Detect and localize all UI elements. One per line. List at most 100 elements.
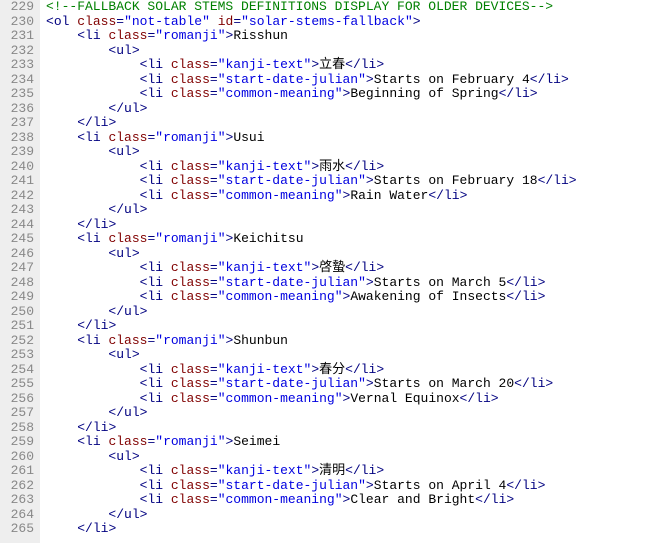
token-punc: </ [345, 463, 361, 478]
code-area[interactable]: <!--FALLBACK SOLAR STEMS DEFINITIONS DIS… [40, 0, 660, 543]
token-punc: > [530, 86, 538, 101]
code-line[interactable]: <li class="common-meaning">Vernal Equino… [46, 392, 660, 407]
token-tag: li [85, 28, 101, 43]
token-tag: ul [124, 304, 140, 319]
code-line[interactable]: <ul> [46, 450, 660, 465]
token-punc [163, 463, 171, 478]
token-attr: class [171, 173, 210, 188]
token-text [46, 144, 108, 159]
code-line[interactable]: </ul> [46, 102, 660, 117]
code-line[interactable]: <ul> [46, 348, 660, 363]
token-tag: li [93, 318, 109, 333]
token-tag: li [147, 72, 163, 87]
code-line[interactable]: <ul> [46, 145, 660, 160]
code-line[interactable]: <ul> [46, 247, 660, 262]
code-line[interactable]: <li class="common-meaning">Awakening of … [46, 290, 660, 305]
code-line[interactable]: <li class="common-meaning">Clear and Bri… [46, 493, 660, 508]
token-punc: </ [77, 115, 93, 130]
token-tag: li [147, 86, 163, 101]
code-line[interactable]: </ul> [46, 203, 660, 218]
code-line[interactable]: <ol class="not-table" id="solar-stems-fa… [46, 15, 660, 30]
token-punc [163, 275, 171, 290]
code-line[interactable]: <!--FALLBACK SOLAR STEMS DEFINITIONS DIS… [46, 0, 660, 15]
code-line[interactable]: <li class="kanji-text">雨水</li> [46, 160, 660, 175]
line-number: 254 [4, 363, 34, 378]
token-punc: </ [77, 521, 93, 536]
token-punc: > [311, 362, 319, 377]
token-tag: ol [54, 14, 70, 29]
token-attr: class [171, 188, 210, 203]
token-text: Starts on February 18 [374, 173, 538, 188]
code-line[interactable]: <ul> [46, 44, 660, 59]
token-str: "common-meaning" [218, 391, 343, 406]
line-number: 241 [4, 174, 34, 189]
token-text [46, 478, 140, 493]
token-tag: li [93, 217, 109, 232]
code-line[interactable]: <li class="start-date-julian">Starts on … [46, 479, 660, 494]
token-str: "not-table" [124, 14, 210, 29]
code-line[interactable]: <li class="romanji">Risshun [46, 29, 660, 44]
token-str: "kanji-text" [218, 362, 312, 377]
token-text [46, 347, 108, 362]
code-line[interactable]: <li class="common-meaning">Rain Water</l… [46, 189, 660, 204]
code-line[interactable]: </li> [46, 421, 660, 436]
token-tag: li [444, 188, 460, 203]
code-line[interactable]: <li class="start-date-julian">Starts on … [46, 377, 660, 392]
code-line[interactable]: <li class="romanji">Seimei [46, 435, 660, 450]
line-number: 245 [4, 232, 34, 247]
code-line[interactable]: </li> [46, 218, 660, 233]
line-number: 256 [4, 392, 34, 407]
token-punc [163, 362, 171, 377]
code-line[interactable]: <li class="romanji">Shunbun [46, 334, 660, 349]
code-line[interactable]: <li class="kanji-text">清明</li> [46, 464, 660, 479]
code-line[interactable]: </ul> [46, 305, 660, 320]
token-str: "common-meaning" [218, 289, 343, 304]
code-editor[interactable]: 2292302312322332342352362372382392402412… [0, 0, 660, 543]
token-text [46, 159, 140, 174]
token-punc: </ [460, 391, 476, 406]
line-number: 252 [4, 334, 34, 349]
code-line[interactable]: <li class="start-date-julian">Starts on … [46, 73, 660, 88]
token-attr: class [108, 28, 147, 43]
token-punc: > [376, 362, 384, 377]
token-text [46, 507, 108, 522]
token-punc [163, 86, 171, 101]
code-line[interactable]: </ul> [46, 406, 660, 421]
code-line[interactable]: <li class="start-date-julian">Starts on … [46, 174, 660, 189]
line-number: 259 [4, 435, 34, 450]
token-tag: li [361, 260, 377, 275]
code-line[interactable]: <li class="romanji">Usui [46, 131, 660, 146]
token-punc: </ [538, 173, 554, 188]
code-line[interactable]: <li class="kanji-text">立春</li> [46, 58, 660, 73]
token-punc: > [108, 217, 116, 232]
token-str: "romanji" [155, 231, 225, 246]
token-punc: </ [499, 86, 515, 101]
token-punc: < [77, 231, 85, 246]
token-punc: > [366, 376, 374, 391]
token-punc: < [46, 14, 54, 29]
code-line[interactable]: <li class="kanji-text">春分</li> [46, 363, 660, 378]
token-str: "romanji" [155, 434, 225, 449]
code-line[interactable]: </li> [46, 522, 660, 537]
token-text [46, 57, 140, 72]
code-line[interactable]: </ul> [46, 508, 660, 523]
code-line[interactable]: <li class="kanji-text">啓蟄</li> [46, 261, 660, 276]
token-punc [163, 376, 171, 391]
code-line[interactable]: <li class="common-meaning">Beginning of … [46, 87, 660, 102]
token-punc: </ [108, 405, 124, 420]
token-tag: ul [124, 202, 140, 217]
code-line[interactable]: </li> [46, 319, 660, 334]
token-str: "common-meaning" [218, 188, 343, 203]
code-line[interactable]: <li class="romanji">Keichitsu [46, 232, 660, 247]
token-tag: ul [116, 246, 132, 261]
token-punc: > [366, 72, 374, 87]
token-attr: class [171, 159, 210, 174]
token-str: "kanji-text" [218, 159, 312, 174]
code-line[interactable]: </li> [46, 116, 660, 131]
token-punc: = [210, 188, 218, 203]
token-punc [163, 173, 171, 188]
token-punc: > [108, 420, 116, 435]
token-punc: > [376, 159, 384, 174]
code-line[interactable]: <li class="start-date-julian">Starts on … [46, 276, 660, 291]
token-punc: </ [108, 101, 124, 116]
